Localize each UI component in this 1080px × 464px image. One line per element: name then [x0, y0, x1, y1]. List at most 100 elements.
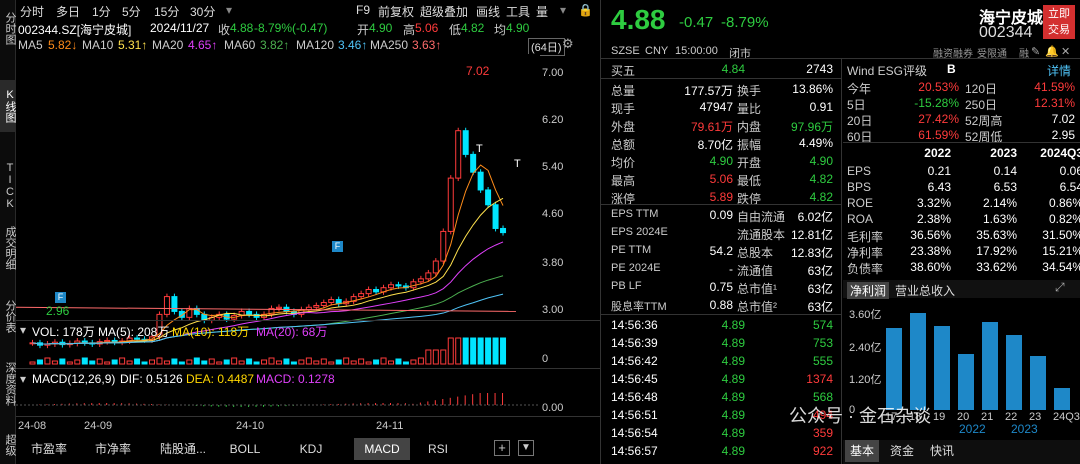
perf-value: 27.42% [918, 112, 959, 126]
high-marker: 7.02 [466, 64, 490, 78]
tab-pe[interactable]: 市盈率 [18, 438, 80, 460]
tb-overlay[interactable]: 超级叠加 [420, 3, 468, 20]
tab-boll[interactable]: BOLL [222, 438, 268, 460]
side-tab-tick[interactable]: TICK [0, 158, 16, 214]
candle [388, 284, 394, 289]
tab-pb[interactable]: 市净率 [82, 438, 144, 460]
hd-high-label: 高 [403, 23, 416, 37]
add-indicator-icon[interactable]: + [494, 440, 510, 456]
stat-cell: 总量 [611, 84, 636, 98]
perf-label: 20日 [847, 114, 873, 128]
tab-net-profit[interactable]: 净利润 [847, 282, 890, 299]
tab-news[interactable]: 快讯 [925, 440, 959, 462]
chart-toolbar: 分时 多日 1分 5分 15分 30分 ▾ F9 前复权 超级叠加 画线 工具 … [18, 0, 600, 20]
candle [395, 284, 402, 287]
watermark: 公众号 · 金石杂谈 [789, 406, 931, 426]
volume-bar [29, 361, 36, 365]
tb-draw[interactable]: 画线 [476, 3, 500, 20]
tb-adjust[interactable]: 前复权 [378, 3, 414, 20]
stat-cell: 5.89 [709, 190, 733, 204]
volume-bar [305, 357, 312, 365]
tab-funds[interactable]: 资金 [885, 440, 919, 462]
tick-price: 4.89 [721, 354, 745, 368]
chevron-down-icon[interactable]: ▼ [518, 440, 534, 456]
tb-volume[interactable]: 量 [536, 3, 548, 20]
tab-macd[interactable]: MACD [354, 438, 410, 460]
tick-time: 14:56:57 [611, 444, 658, 458]
stat-cell: 最高 [611, 174, 636, 188]
expand-icon[interactable]: ⤢ [1055, 280, 1065, 295]
fin-value: 6.43 [927, 180, 951, 194]
tick-volume: 359 [812, 426, 833, 440]
tb-dropdown-icon[interactable]: ▾ [560, 3, 566, 17]
ma10-value: 5.31↑ [118, 38, 148, 52]
tb-f9[interactable]: F9 [356, 3, 370, 17]
bell-icon[interactable]: 🔔 [1045, 45, 1059, 58]
edit-icon[interactable]: ✎ [1031, 45, 1040, 58]
tb-1min[interactable]: 1分 [92, 3, 111, 20]
candle [447, 177, 454, 232]
rev-bar[interactable] [1054, 388, 1070, 410]
side-tab-depth[interactable]: 深度资料 [0, 352, 16, 416]
tb-tools[interactable]: 工具 [506, 3, 530, 20]
candle [417, 278, 424, 283]
tb-30min[interactable]: 30分 [190, 3, 215, 20]
fin-value: 6.53 [993, 180, 1017, 194]
rev-bar[interactable] [1030, 355, 1046, 410]
stat-cell: 4.90 [809, 154, 833, 168]
rev-bar[interactable] [886, 328, 902, 410]
ma120-label: MA120 [296, 38, 335, 52]
side-tab-trades[interactable]: 成交明细 [0, 216, 16, 280]
pane-divider [16, 368, 600, 369]
tb-multiday[interactable]: 多日 [56, 3, 80, 20]
stat-cell: 4.90 [709, 154, 733, 168]
perf-value: 7.02 [1051, 112, 1075, 126]
rev-bar[interactable] [1006, 335, 1022, 410]
tick-time: 14:56:51 [611, 408, 658, 422]
fin-year: 2024Q3 [1040, 146, 1080, 160]
fin-value: 36.56% [910, 228, 951, 242]
side-tab-super[interactable]: 超级 [0, 426, 16, 464]
fin-label: 毛利率 [847, 230, 884, 244]
rev-bar[interactable] [910, 313, 926, 410]
hd-open-label: 开 [357, 23, 370, 37]
side-tab-intraday[interactable]: 分时图 [0, 2, 16, 54]
kline-chart[interactable] [16, 54, 540, 456]
volume-bar [373, 359, 380, 365]
volume-bar [395, 358, 402, 365]
tb-15min[interactable]: 15分 [154, 3, 179, 20]
f-marker[interactable]: F [55, 292, 66, 303]
tab-hk-connect[interactable]: 陆股通... [148, 438, 218, 460]
tb-more-icon[interactable]: ▾ [226, 3, 232, 17]
trade-now-button[interactable]: 立即交易 [1043, 5, 1075, 39]
currency-label: CNY [645, 45, 669, 57]
tick-time: 14:56:54 [611, 426, 658, 440]
settings-gear-icon[interactable]: ⚙ [562, 36, 574, 52]
rev-bar[interactable] [934, 325, 950, 410]
volume-bar [59, 358, 66, 365]
rev-bar[interactable] [958, 354, 974, 410]
tab-basic[interactable]: 基本 [845, 440, 879, 462]
volume-bar [81, 357, 88, 365]
f-marker[interactable]: F [332, 241, 343, 252]
tab-revenue[interactable]: 营业总收入 [895, 282, 955, 299]
tb-intraday[interactable]: 分时 [20, 3, 44, 20]
lock-icon[interactable]: 🔒 [578, 3, 593, 17]
side-tab-kline[interactable]: K线图 [0, 80, 16, 132]
fund-value: 54.2 [709, 244, 733, 258]
side-tab-price-table[interactable]: 分价表 [0, 292, 16, 340]
quote-time: 15:00:00 [675, 45, 718, 57]
exchange-label: SZSE [611, 45, 640, 57]
rev-bar[interactable] [982, 321, 998, 410]
macd-collapse-icon[interactable]: ▾ [20, 372, 26, 386]
tb-5min[interactable]: 5分 [122, 3, 141, 20]
esg-detail-link[interactable]: 详情 [1047, 62, 1071, 79]
tab-kdj[interactable]: KDJ [288, 438, 334, 460]
perf-label: 5日 [847, 98, 866, 112]
close-icon[interactable]: ✕ [1061, 45, 1070, 58]
tab-rsi[interactable]: RSI [418, 438, 458, 460]
volume-bar [335, 359, 342, 365]
fin-label: 净利率 [847, 246, 884, 260]
vol-collapse-icon[interactable]: ▾ [20, 323, 26, 337]
candle [365, 288, 372, 295]
